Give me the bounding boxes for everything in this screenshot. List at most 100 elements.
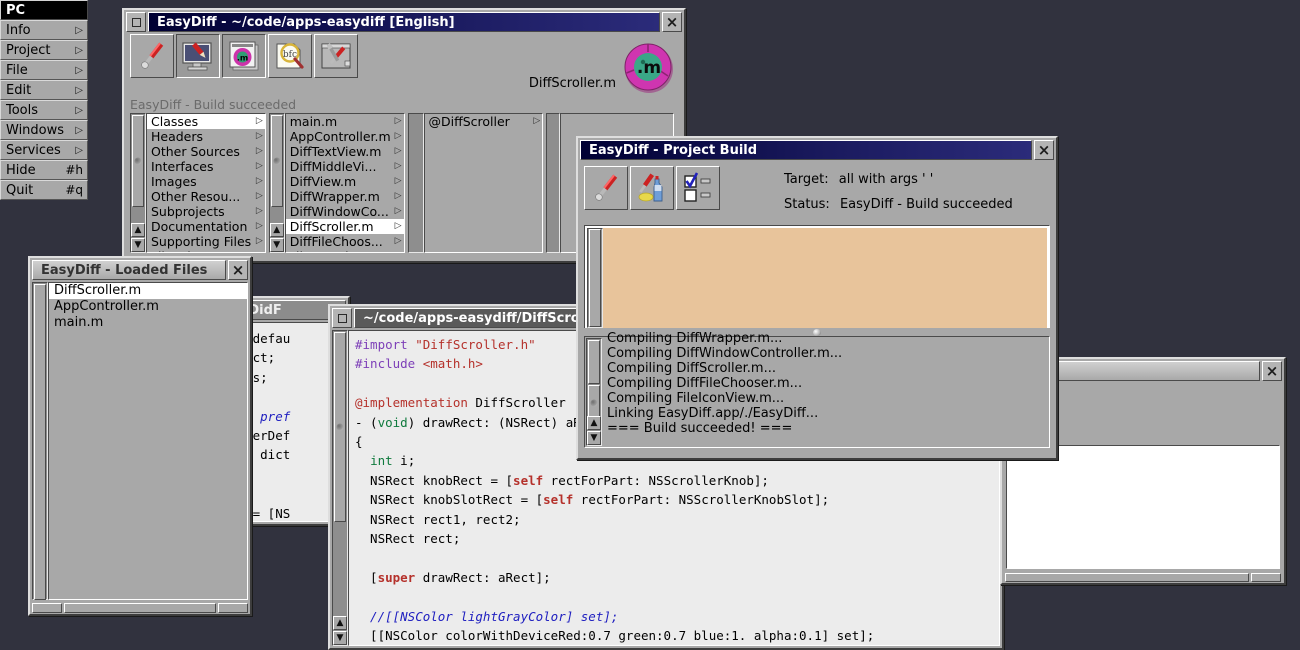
build-errors-area[interactable] xyxy=(603,228,1047,328)
browser-row[interactable]: DiffMiddleVi...▷ xyxy=(286,159,404,174)
browser-scroller-1[interactable]: ▲ ▼ xyxy=(130,113,146,253)
browser-row[interactable]: FileIconView.m▷ xyxy=(286,249,404,253)
scroll-up-button[interactable]: ▲ xyxy=(587,416,601,430)
inspector-tool-icon[interactable] xyxy=(314,34,358,78)
project-window-close-button[interactable]: × xyxy=(662,12,682,32)
code-editor-minimize-button[interactable] xyxy=(332,308,352,328)
menu-item-shortcut: #h xyxy=(65,163,83,177)
browser-row-label: Documentation xyxy=(151,219,247,234)
loaded-file-item[interactable]: DiffScroller.m xyxy=(49,283,247,299)
loaded-files-window[interactable]: EasyDiff - Loaded Files × DiffScroller.m… xyxy=(28,256,252,616)
browser-row[interactable]: Subprojects▷ xyxy=(147,204,265,219)
scroll-down-button[interactable]: ▼ xyxy=(270,238,284,252)
browser-row[interactable]: Documentation▷ xyxy=(147,219,265,234)
loaded-files-titlebar[interactable]: EasyDiff - Loaded Files × xyxy=(30,258,250,282)
scroller-knob[interactable] xyxy=(271,115,283,207)
loaded-files-resize-bar[interactable] xyxy=(32,603,248,613)
scroll-down-button[interactable]: ▼ xyxy=(587,431,601,445)
build-toolbar[interactable] xyxy=(584,166,720,210)
menu-item-services[interactable]: Services▷ xyxy=(0,140,88,160)
browser-row[interactable]: DiffWindowCo...▷ xyxy=(286,204,404,219)
menu-item-edit[interactable]: Edit▷ xyxy=(0,80,88,100)
submenu-arrow-icon: ▷ xyxy=(75,105,83,116)
build-tool-icon[interactable] xyxy=(130,34,174,78)
code-token: #import xyxy=(355,337,415,352)
loaded-files-close-button[interactable]: × xyxy=(228,260,248,280)
browser-row[interactable]: DiffTextView.m▷ xyxy=(286,144,404,159)
browser-row[interactable]: DiffFileChoos...▷ xyxy=(286,234,404,249)
build-icon[interactable] xyxy=(584,166,628,210)
loaded-files-scroller[interactable] xyxy=(32,282,48,600)
build-log-scroller[interactable]: ▲ ▼ xyxy=(586,338,602,446)
menu-item-project[interactable]: Project▷ xyxy=(0,40,88,60)
find-tool-icon[interactable]: bfc xyxy=(268,34,312,78)
browser-row[interactable]: Classes▷ xyxy=(147,114,265,129)
loaded-file-item[interactable]: main.m xyxy=(49,315,247,331)
browser-row[interactable]: Other Sources▷ xyxy=(147,144,265,159)
menu-item-hide[interactable]: Hide#h xyxy=(0,160,88,180)
menu-item-quit[interactable]: Quit#q xyxy=(0,180,88,200)
loaded-files-body[interactable]: DiffScroller.mAppController.mmain.m xyxy=(32,282,248,600)
options-icon[interactable] xyxy=(676,166,720,210)
browser-row[interactable]: DiffView.m▷ xyxy=(286,174,404,189)
browser-row[interactable]: DiffWrapper.m▷ xyxy=(286,189,404,204)
browser-scroller-4[interactable] xyxy=(546,113,560,253)
scroll-up-button[interactable]: ▲ xyxy=(131,223,145,237)
build-errors-panel[interactable] xyxy=(584,225,1050,331)
clean-icon[interactable] xyxy=(630,166,674,210)
editor-tool-icon[interactable] xyxy=(176,34,220,78)
scroller-knob[interactable] xyxy=(132,115,144,207)
build-errors-scroller[interactable] xyxy=(587,228,603,328)
browser-row[interactable]: Interfaces▷ xyxy=(147,159,265,174)
browser-row[interactable]: Images▷ xyxy=(147,174,265,189)
code-token: NSRect rect1, rect2; xyxy=(355,512,521,527)
browser-column-3[interactable]: @DiffScroller▷ xyxy=(408,113,544,253)
scroll-up-button[interactable]: ▲ xyxy=(270,223,284,237)
build-window-close-button[interactable]: × xyxy=(1034,140,1054,160)
build-log-line: Compiling DiffScroller.m... xyxy=(607,361,1048,376)
browser-list-1[interactable]: Classes▷Headers▷Other Sources▷Interfaces… xyxy=(146,113,266,253)
browser-row-arrow-icon: ▷ xyxy=(256,189,263,204)
browser-scroller-2[interactable]: ▲ ▼ xyxy=(269,113,285,253)
scroller-knob[interactable] xyxy=(588,340,600,384)
project-window-minimize-button[interactable] xyxy=(126,12,146,32)
browser-row[interactable]: Supporting Files▷ xyxy=(147,234,265,249)
browser-scroller-3[interactable] xyxy=(408,113,424,253)
build-log-panel[interactable]: ▲ ▼ Compiling DiffWrapper.m...Compiling … xyxy=(584,336,1050,448)
browser-column-2[interactable]: ▲ ▼ main.m▷AppController.m▷DiffTextView.… xyxy=(269,113,405,253)
app-menu[interactable]: PC Info▷Project▷File▷Edit▷Tools▷Windows▷… xyxy=(0,0,88,200)
scroller-knob[interactable] xyxy=(334,332,346,522)
empty-window-resize-bar[interactable] xyxy=(1005,573,1281,582)
project-toolbar[interactable]: .m bfc xyxy=(130,34,358,78)
browser-list-3[interactable]: @DiffScroller▷ xyxy=(424,113,544,253)
loaded-files-list[interactable]: DiffScroller.mAppController.mmain.m xyxy=(48,282,248,600)
menu-item-file[interactable]: File▷ xyxy=(0,60,88,80)
browser-row[interactable]: AppController.m▷ xyxy=(286,129,404,144)
empty-window-content[interactable] xyxy=(1006,445,1280,569)
browser-column-1[interactable]: ▲ ▼ Classes▷Headers▷Other Sources▷Interf… xyxy=(130,113,266,253)
menu-item-windows[interactable]: Windows▷ xyxy=(0,120,88,140)
build-window-titlebar[interactable]: EasyDiff - Project Build × xyxy=(578,138,1056,162)
menu-item-info[interactable]: Info▷ xyxy=(0,20,88,40)
browser-row[interactable]: main.m▷ xyxy=(286,114,404,129)
build-log-text[interactable]: Compiling DiffWrapper.m...Compiling Diff… xyxy=(602,331,1048,446)
scroll-down-button[interactable]: ▼ xyxy=(131,238,145,252)
scroll-up-button[interactable]: ▲ xyxy=(333,616,347,630)
file-attributes-icon[interactable]: .m xyxy=(222,34,266,78)
menu-item-label: File xyxy=(6,63,28,78)
browser-row[interactable]: Headers▷ xyxy=(147,129,265,144)
browser-row[interactable]: DiffScroller.m▷ xyxy=(286,219,404,234)
browser-row[interactable]: @DiffScroller▷ xyxy=(425,114,543,129)
build-window[interactable]: EasyDiff - Project Build × xyxy=(576,136,1058,460)
browser-row-arrow-icon: ▷ xyxy=(256,174,263,189)
browser-row[interactable]: Other Resou...▷ xyxy=(147,189,265,204)
menu-item-label: Services xyxy=(6,143,61,158)
loaded-file-item[interactable]: AppController.m xyxy=(49,299,247,315)
browser-row[interactable]: Libraries▷ xyxy=(147,249,265,253)
menu-item-tools[interactable]: Tools▷ xyxy=(0,100,88,120)
code-editor-scroller[interactable]: ▲ ▼ xyxy=(332,330,348,646)
project-window-titlebar[interactable]: EasyDiff - ~/code/apps-easydiff [English… xyxy=(124,10,684,34)
empty-window-close-button[interactable]: × xyxy=(1262,361,1282,381)
scroll-down-button[interactable]: ▼ xyxy=(333,631,347,645)
browser-list-2[interactable]: main.m▷AppController.m▷DiffTextView.m▷Di… xyxy=(285,113,405,253)
